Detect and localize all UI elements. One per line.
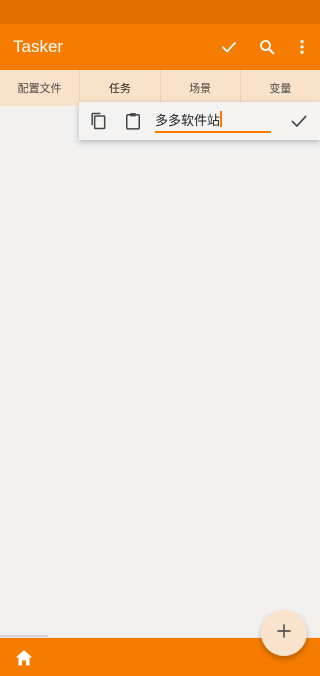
- app-bar: Tasker: [0, 24, 320, 70]
- copy-icon[interactable]: [87, 110, 109, 132]
- more-vert-icon[interactable]: [291, 36, 313, 58]
- text-cursor: [220, 111, 222, 127]
- tab-profiles[interactable]: 配置文件: [0, 70, 81, 106]
- search-icon[interactable]: [256, 36, 278, 58]
- task-list-area: [0, 106, 320, 636]
- home-icon[interactable]: [12, 647, 36, 669]
- text-edit-popup: [79, 102, 320, 140]
- tab-scenes[interactable]: 场景: [161, 70, 241, 106]
- text-input[interactable]: [155, 108, 271, 130]
- check-icon[interactable]: [218, 36, 240, 58]
- text-input-wrap: [155, 108, 271, 133]
- app-title: Tasker: [13, 37, 64, 56]
- tab-tasks[interactable]: 任务: [80, 70, 161, 106]
- add-icon: [275, 622, 293, 644]
- tab-variables[interactable]: 变量: [241, 70, 320, 106]
- tab-bar: 配置文件 任务 场景 变量: [0, 70, 320, 106]
- paste-icon[interactable]: [122, 110, 144, 132]
- confirm-check-icon[interactable]: [288, 110, 310, 132]
- add-task-button[interactable]: [261, 610, 307, 656]
- status-bar: [0, 0, 320, 24]
